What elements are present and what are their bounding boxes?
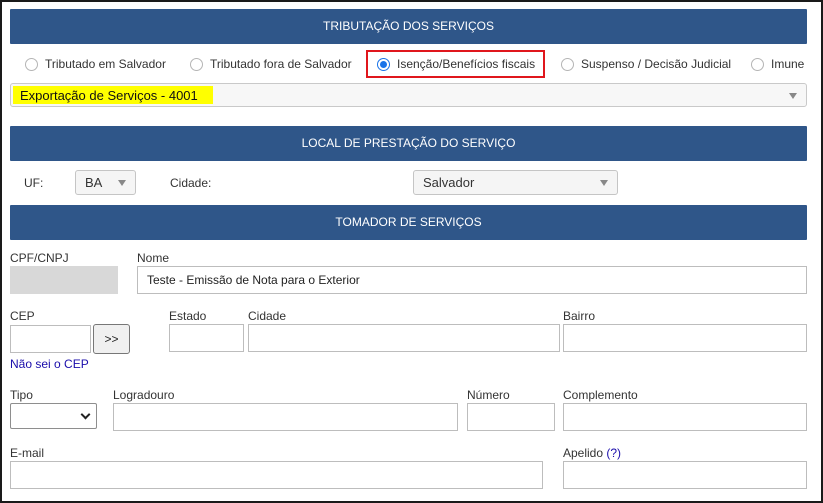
radio-button-icon[interactable] xyxy=(751,57,764,71)
bairro-input[interactable] xyxy=(563,324,807,352)
numero-input[interactable] xyxy=(467,403,555,431)
cep-label: CEP xyxy=(10,309,35,323)
cidade-field-label: Cidade xyxy=(248,309,287,323)
cidade-select-value: Salvador xyxy=(423,175,475,190)
section-header-tomador: TOMADOR DE SERVIÇOS xyxy=(10,205,807,240)
email-label: E-mail xyxy=(10,446,45,460)
chevron-down-icon xyxy=(80,409,91,420)
tipo-select[interactable] xyxy=(10,403,97,429)
cep-input[interactable] xyxy=(10,325,91,353)
radio-button-icon[interactable] xyxy=(190,57,203,71)
uf-select-value: BA xyxy=(85,175,103,190)
cpf-cnpj-input[interactable] xyxy=(10,266,118,294)
radio-label: Imune xyxy=(771,57,805,71)
radio-label: Tributado em Salvador xyxy=(45,57,166,71)
logradouro-label: Logradouro xyxy=(113,388,175,402)
radio-button-icon[interactable] xyxy=(25,57,38,71)
uf-label: UF: xyxy=(24,176,44,190)
cidade-select[interactable]: Salvador xyxy=(413,170,618,195)
nome-value: Teste - Emissão de Nota para o Exterior xyxy=(147,273,360,287)
nome-input[interactable]: Teste - Emissão de Nota para o Exterior xyxy=(137,266,807,294)
radio-label: Tributado fora de Salvador xyxy=(210,57,352,71)
apelido-input[interactable] xyxy=(563,461,807,489)
estado-input[interactable] xyxy=(169,324,244,352)
cep-search-button[interactable]: >> xyxy=(93,324,130,354)
radio-imune[interactable]: Imune xyxy=(751,55,804,73)
caret-down-icon xyxy=(600,180,608,186)
caret-down-icon xyxy=(118,180,126,186)
bairro-label: Bairro xyxy=(563,309,596,323)
caret-down-icon xyxy=(789,93,797,99)
logradouro-input[interactable] xyxy=(113,403,458,431)
complemento-input[interactable] xyxy=(563,403,807,431)
nao-sei-cep-link[interactable]: Não sei o CEP xyxy=(10,357,89,371)
radio-button-icon[interactable] xyxy=(561,57,574,71)
benefit-select[interactable]: Exportação de Serviços - 4001 xyxy=(10,83,807,107)
email-input[interactable] xyxy=(10,461,543,489)
cidade-label: Cidade: xyxy=(170,176,212,190)
tipo-label: Tipo xyxy=(10,388,33,402)
nome-label: Nome xyxy=(137,251,170,265)
apelido-label: Apelido (?) xyxy=(563,446,621,460)
numero-label: Número xyxy=(467,388,510,402)
section-header-tributacao: TRIBUTAÇÃO DOS SERVIÇOS xyxy=(10,9,807,44)
cidade-input[interactable] xyxy=(248,324,560,352)
cpf-cnpj-label: CPF/CNPJ xyxy=(10,251,69,265)
section-header-local: LOCAL DE PRESTAÇÃO DO SERVIÇO xyxy=(10,126,807,161)
uf-select[interactable]: BA xyxy=(75,170,136,195)
estado-label: Estado xyxy=(169,309,207,323)
radio-tributado-fora[interactable]: Tributado fora de Salvador xyxy=(190,55,352,73)
apelido-label-text: Apelido xyxy=(563,446,607,460)
radio-tributado-salvador[interactable]: Tributado em Salvador xyxy=(25,55,166,73)
highlight-annotation xyxy=(366,50,545,78)
complemento-label: Complemento xyxy=(563,388,638,402)
radio-label: Suspenso / Decisão Judicial xyxy=(581,57,732,71)
radio-suspenso[interactable]: Suspenso / Decisão Judicial xyxy=(561,55,731,73)
apelido-help-link[interactable]: (?) xyxy=(606,446,621,460)
benefit-select-value: Exportação de Serviços - 4001 xyxy=(20,88,198,103)
